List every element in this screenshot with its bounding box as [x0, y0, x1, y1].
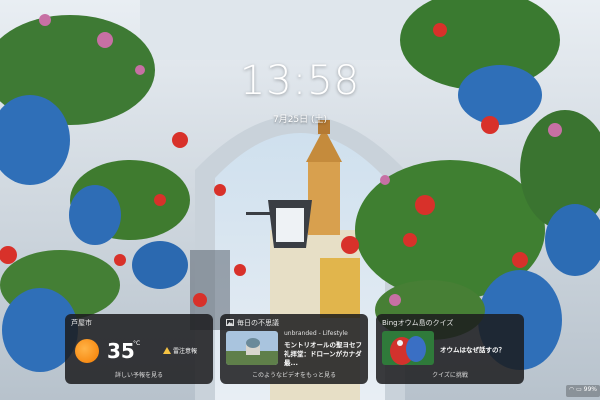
news-widget[interactable]: 毎日の不思議 unbranded - Lifestyle モントリオールの聖ヨセ…	[220, 314, 368, 384]
weather-alert[interactable]: 雷注意報	[163, 346, 197, 355]
weather-location: 芦屋市	[71, 319, 92, 327]
weather-forecast-link[interactable]: 詳しい予報を見る	[65, 370, 213, 379]
news-more-link[interactable]: このようなビデオをもっと見る	[220, 370, 368, 379]
wifi-icon: ◠	[568, 386, 575, 393]
news-title[interactable]: モントリオールの聖ヨセフ礼拝堂：ドローンがカナダ最...	[284, 341, 364, 368]
parrot-thumbnail[interactable]	[382, 331, 434, 365]
battery-level: 99%	[583, 386, 597, 393]
lockscreen-date: 7月25日 (土)	[272, 115, 328, 125]
news-thumbnail[interactable]	[226, 331, 278, 365]
sun-icon	[75, 339, 99, 363]
quiz-question[interactable]: オウムはなぜ話すの？	[440, 344, 505, 354]
quiz-header: Bingオウム島のクイズ	[382, 319, 454, 327]
status-tray: ◠ ▭ 99%	[565, 385, 600, 397]
image-icon	[226, 319, 234, 326]
quiz-widget[interactable]: Bingオウム島のクイズ オウムはなぜ話すの？ クイズに挑戦	[376, 314, 524, 384]
news-source: unbranded - Lifestyle	[284, 330, 348, 337]
quiz-start-link[interactable]: クイズに挑戦	[376, 370, 524, 379]
weather-unit: °C	[133, 340, 141, 347]
lockscreen-clock: 13:58	[239, 58, 361, 104]
battery-icon: ▭	[576, 386, 582, 393]
weather-temperature: 35	[107, 339, 135, 363]
weather-widget[interactable]: 芦屋市 35 °C 雷注意報 詳しい予報を見る	[65, 314, 213, 384]
news-header-label: 毎日の不思議	[237, 319, 279, 327]
weather-alert-text: 雷注意報	[173, 348, 198, 355]
news-header: 毎日の不思議	[226, 318, 362, 328]
warning-icon	[163, 347, 171, 354]
